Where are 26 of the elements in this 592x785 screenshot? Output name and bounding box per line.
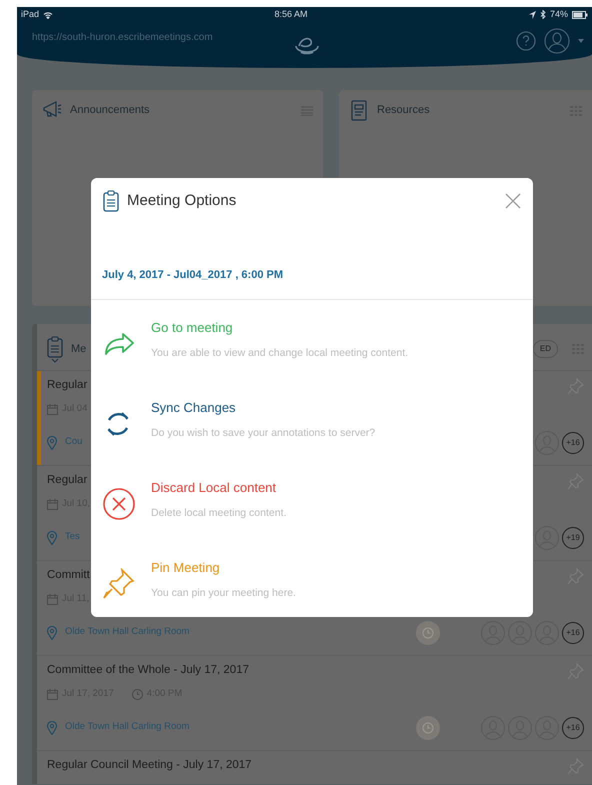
carrier-label: iPad (21, 8, 40, 21)
status-time: 8:56 AM (274, 8, 308, 21)
meeting-title: Committ (47, 568, 90, 583)
meeting-title: Regular (47, 473, 88, 488)
panel-title: Resources (377, 103, 430, 118)
meeting-title: Committee of the Whole - July 17, 2017 (47, 663, 249, 678)
attendee-count: +16 (562, 622, 584, 644)
attendee-count: +16 (562, 432, 584, 454)
option-description: Delete local meeting content. (151, 506, 286, 521)
panel-title: Me (71, 342, 86, 357)
attendee-count: +16 (562, 716, 584, 738)
option-description: You can pin your meeting here. (151, 586, 296, 601)
meeting-title: Regular Council Meeting - July 17, 2017 (47, 758, 252, 773)
panel-title: Announcements (70, 103, 150, 118)
modal-title: Meeting Options (127, 191, 236, 211)
meeting-location: Olde Town Hall Carling Room (65, 625, 190, 640)
meeting-date-heading: July 4, 2017 - Jul04_2017 , 6:00 PM (102, 268, 284, 280)
option-description: Do you wish to save your annotations to server? (151, 426, 376, 441)
meeting-location: Olde Town Hall Carling Room (65, 720, 190, 734)
meeting-location: Cou (65, 435, 82, 450)
option-description: You are able to view and change local meeting content. (151, 346, 408, 361)
attendee-count: +19 (562, 526, 584, 548)
url-text: https://south-huron.escribemeetings.com (32, 31, 214, 45)
meeting-title: Regular (47, 378, 88, 393)
battery-level: 74% (550, 8, 568, 21)
meeting-location: Tes (65, 530, 80, 544)
